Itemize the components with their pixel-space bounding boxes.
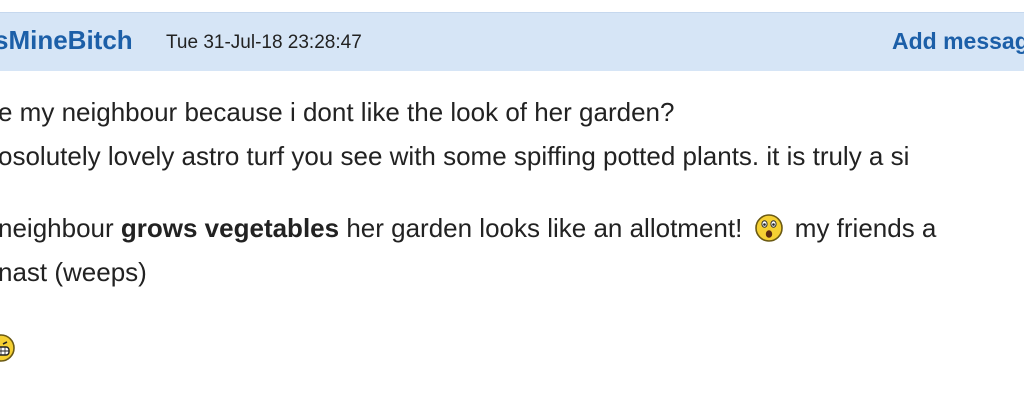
message-header: sMineBitch Tue 31-Jul-18 23:28:47 Add me…	[0, 12, 1024, 71]
body-line-2: osolutely lovely astro turf you see with…	[0, 141, 910, 171]
body-line-1: e my neighbour because i dont like the l…	[0, 97, 675, 127]
body-line-4: nast (weeps)	[0, 257, 147, 287]
shocked-face-icon	[754, 213, 784, 254]
body-line-3-end: my friends a	[787, 213, 937, 243]
body-line-3-mid: her garden looks like an allotment!	[339, 213, 743, 243]
grinning-face-icon	[0, 332, 16, 369]
body-line-3-start: neighbour	[0, 213, 121, 243]
post-timestamp: Tue 31-Jul-18 23:28:47	[166, 32, 362, 53]
add-message-link[interactable]: Add messag	[892, 28, 1024, 55]
message-post: sMineBitch Tue 31-Jul-18 23:28:47 Add me…	[0, 0, 1024, 400]
username-link[interactable]: sMineBitch	[0, 25, 133, 56]
body-line-3: neighbour grows vegetables her garden lo…	[0, 208, 936, 254]
bold-text: grows vegetables	[120, 213, 340, 243]
